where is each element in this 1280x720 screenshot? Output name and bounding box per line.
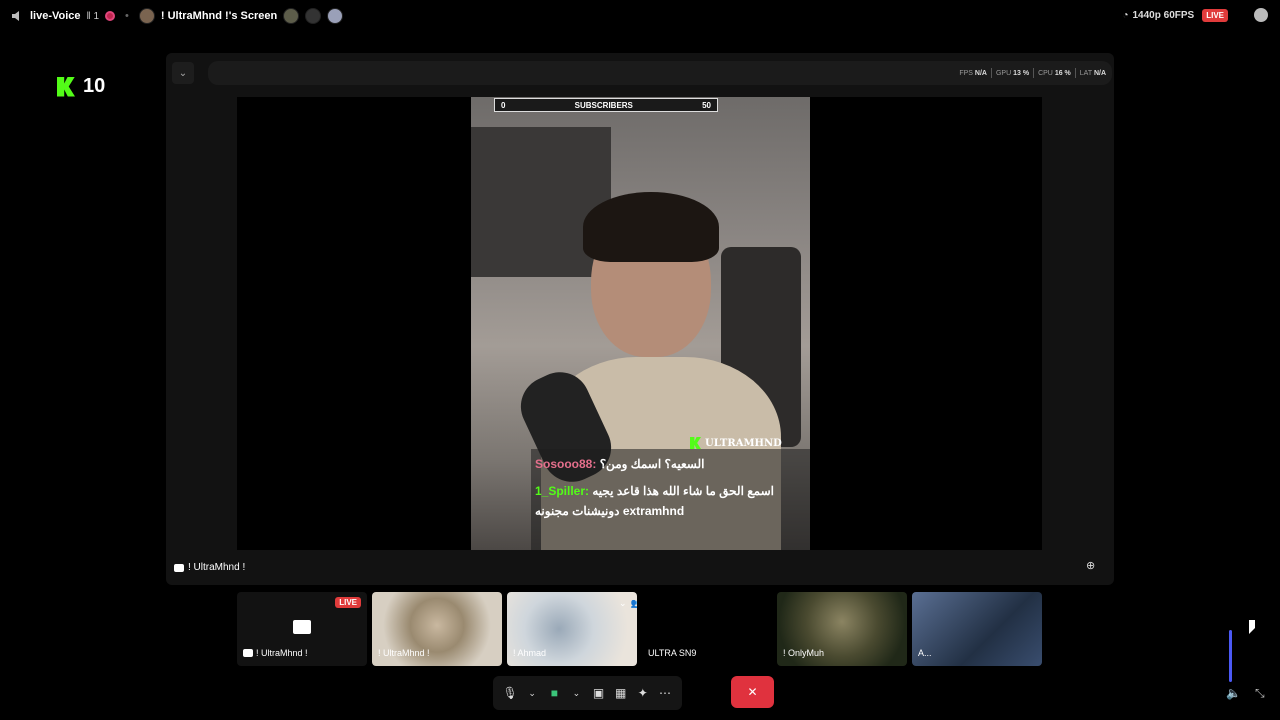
collapse-button[interactable]: ⌄ (172, 62, 194, 84)
stream-quality[interactable]: ◔ 1440p 60FPS (1122, 10, 1194, 21)
quality-label: 1440p 60FPS (1132, 9, 1195, 21)
live-badge: LIVE (1202, 8, 1228, 22)
divider (990, 68, 992, 78)
tile-label: ! Ahmad (513, 648, 547, 658)
chat-message: دونيشنات مجنونه extramhnd (535, 504, 684, 518)
chat-username: 1_Spiller: (535, 484, 590, 498)
stream-video: 0 SUBSCRIBERS 50 ULTRAMHND Sosooo88: الس… (471, 97, 810, 550)
chat-icon[interactable] (1254, 8, 1268, 22)
call-controls: 🎙 ⌄ ■ ⌄ ▣ ▦ ✦ ⋯ (493, 676, 682, 710)
stage-top: ⌄ FPS N/A GPU 13 % CPU 16 % LAT N/A (172, 61, 1112, 85)
exit-fullscreen-icon[interactable]: ⤡ (1255, 686, 1269, 700)
chevron-down-icon[interactable]: ⌄ (619, 598, 627, 609)
chat-text: دونيشنات مجنونه extramhnd (535, 504, 685, 518)
chat-username: Sosooo88: (535, 457, 597, 471)
eye-icon: ◔ (1122, 9, 1129, 21)
top-bar: live-Voice ‖ 1 • ! UltraMhnd !'s Screen … (0, 0, 1280, 32)
kick-logo-icon (57, 76, 75, 97)
divider (1074, 68, 1076, 78)
viewer-avatar (305, 8, 322, 24)
channel-info: live-Voice ‖ 1 • ! UltraMhnd !'s Screen (10, 8, 344, 24)
close-icon: ✕ (747, 685, 758, 699)
screen-icon (243, 649, 253, 657)
recording-indicator (105, 11, 116, 21)
screen-share-icon[interactable]: ▣ (588, 682, 610, 704)
streamer-hair (583, 192, 719, 262)
channel-count: ‖ 1 (86, 10, 100, 22)
chat-channel-tag: ULTRAMHND (690, 437, 782, 449)
chat-text: اسمع الحق ما شاء الله هذا قاعد يجيه (592, 484, 774, 498)
stream-stage: ⌄ FPS N/A GPU 13 % CPU 16 % LAT N/A 0 SU… (166, 53, 1114, 585)
kick-overlay: 10 (57, 75, 105, 98)
tile-label: ! OnlyMuh (783, 648, 825, 658)
fps-stat: FPS N/A (959, 69, 987, 77)
cpu-stat: CPU 16 % (1038, 69, 1071, 77)
soundboard-icon[interactable]: ✦ (632, 682, 654, 704)
stage-owner-label: ! UltraMhnd ! (174, 562, 245, 573)
subs-min: 0 (501, 100, 506, 110)
volume-slider[interactable] (1229, 630, 1232, 682)
participant-tile[interactable]: ULTRA SN9 (642, 592, 772, 666)
participant-tile[interactable]: ! OnlyMuh (777, 592, 907, 666)
topbar-right: ◔ 1440p 60FPS LIVE (1122, 8, 1268, 22)
subscriber-goal-bar: 0 SUBSCRIBERS 50 (494, 98, 718, 112)
screen-share-icon (174, 563, 184, 572)
shared-screen[interactable]: 0 SUBSCRIBERS 50 ULTRAMHND Sosooo88: الس… (237, 97, 1042, 550)
more-icon[interactable]: ⋯ (654, 682, 676, 704)
divider (1033, 68, 1035, 78)
live-badge: LIVE (335, 597, 361, 608)
chat-message: Sosooo88: السعيه؟ اسمك ومن؟ (535, 457, 704, 471)
tile-label: A... (918, 648, 932, 658)
speaker-icon (12, 11, 19, 21)
tile-label: ! UltraMhnd ! (243, 648, 308, 658)
activities-icon[interactable]: ▦ (610, 682, 632, 704)
subs-label: SUBSCRIBERS (574, 100, 633, 110)
mouse-cursor (1249, 620, 1255, 634)
viewer-avatar (283, 8, 300, 24)
zoom-icon[interactable]: ⊕ (1086, 559, 1102, 575)
streamer-avatar (138, 8, 155, 24)
chevron-down-icon[interactable]: ⌄ (565, 682, 587, 704)
tile-label: ULTRA SN9 (648, 648, 697, 658)
camera-icon[interactable]: ■ (543, 682, 565, 704)
viewer-avatar (327, 8, 344, 24)
tile-label: ! UltraMhnd ! (378, 648, 430, 658)
chat-channel-name: ULTRAMHND (705, 437, 782, 449)
lat-stat: LAT N/A (1079, 69, 1106, 77)
microphone-icon[interactable]: 🎙 (499, 682, 521, 704)
subs-max: 50 (702, 100, 711, 110)
tile-controls: ⌄ 👥 (619, 598, 637, 609)
separator-dot: • (125, 10, 129, 22)
kick-logo-icon (690, 437, 701, 449)
volume-icon[interactable]: 🔈 (1226, 686, 1241, 700)
participant-tile[interactable]: LIVE ! UltraMhnd ! (237, 592, 367, 666)
overlay-count: 10 (83, 75, 106, 97)
participant-tile[interactable]: ! UltraMhnd ! (372, 592, 502, 666)
gpu-stat: GPU 13 % (995, 69, 1030, 77)
stats-bar: FPS N/A GPU 13 % CPU 16 % LAT N/A (208, 61, 1112, 85)
stage-owner-name: ! UltraMhnd ! (188, 562, 246, 573)
chevron-down-icon[interactable]: ⌄ (521, 682, 543, 704)
chat-message: 1_Spiller: اسمع الحق ما شاء الله هذا قاع… (535, 484, 774, 498)
participant-tile[interactable]: A... (912, 592, 1042, 666)
chevron-down-icon: ⌄ (178, 67, 188, 79)
add-user-icon[interactable]: 👥 (631, 598, 637, 609)
screen-label: ! UltraMhnd !'s Screen (160, 10, 278, 22)
screen-share-icon (293, 620, 311, 634)
channel-title[interactable]: live-Voice (30, 10, 81, 22)
leave-call-button[interactable]: ✕ (731, 676, 774, 708)
chat-text: السعيه؟ اسمك ومن؟ (599, 457, 705, 471)
participant-tile[interactable]: ⌄ 👥 ! Ahmad (507, 592, 637, 666)
participant-tiles: LIVE ! UltraMhnd ! ! UltraMhnd ! ⌄ 👥 ! A… (237, 592, 1042, 666)
